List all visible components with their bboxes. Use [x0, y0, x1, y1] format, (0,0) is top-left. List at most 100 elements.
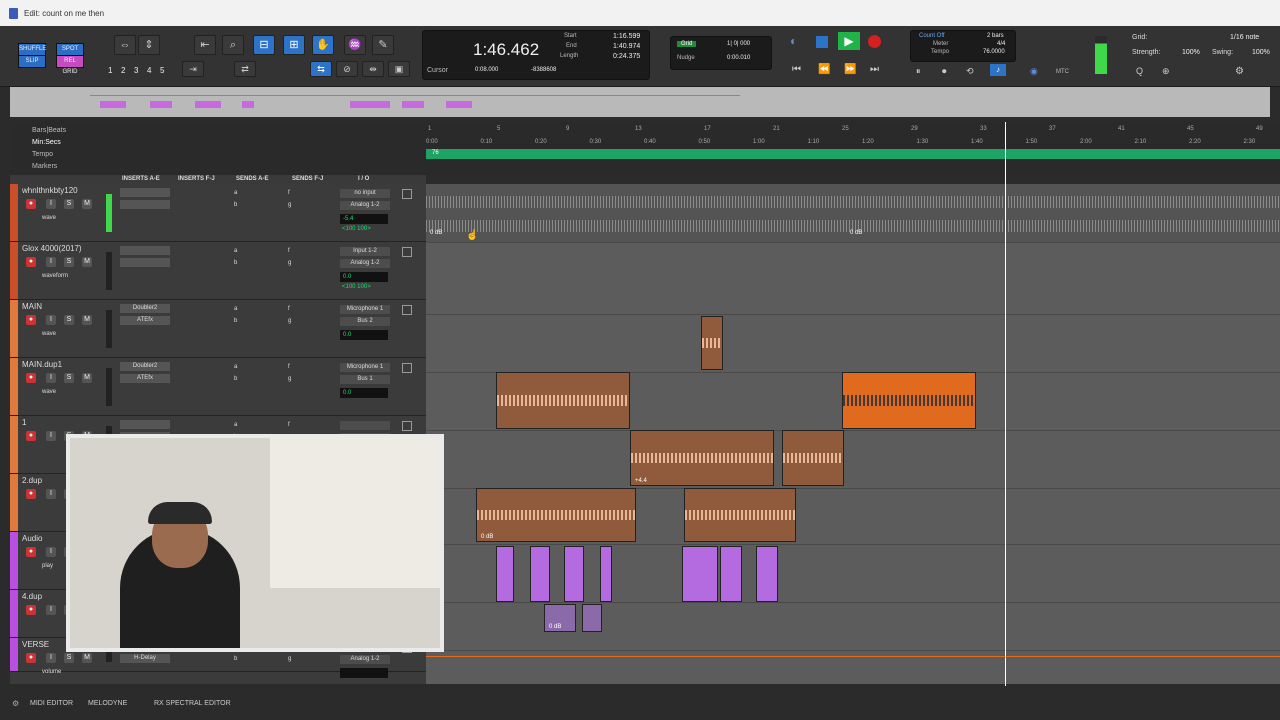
edit-window[interactable]: 0 dB 0 dB ☝ +4.4 0 dB 0 dB	[426, 184, 1280, 684]
zoomer-tool-icon[interactable]: ⌕	[222, 35, 244, 55]
insert-slot-a[interactable]: Doubler2	[120, 304, 170, 313]
track-view-selector[interactable]: wave	[42, 331, 56, 337]
record-button[interactable]	[868, 35, 881, 48]
send-slot-f[interactable]: f	[288, 248, 290, 254]
send-slot-f[interactable]: f	[288, 190, 290, 196]
fast-forward-icon[interactable]: ⏩	[844, 64, 856, 75]
zoom-vertical-icon[interactable]: ⇕	[138, 35, 160, 55]
count-off-label[interactable]: Count Off	[919, 33, 945, 39]
send-slot-a[interactable]: a	[234, 364, 237, 370]
link-track-icon[interactable]: ⇆	[310, 61, 332, 77]
input-selector[interactable]: Microphone 1	[340, 305, 390, 314]
tab-to-transient-icon[interactable]: ⇥	[182, 61, 204, 77]
send-slot-a[interactable]: a	[234, 306, 237, 312]
insert-slot-b[interactable]: ATEfx	[120, 374, 170, 383]
volume-readout[interactable]: 0.0	[340, 388, 388, 398]
track-lane[interactable]	[426, 650, 1280, 684]
audio-clip[interactable]	[496, 372, 630, 429]
solo-button[interactable]: S	[64, 653, 74, 663]
meter-value[interactable]: 4/4	[997, 41, 1005, 47]
pan-readout[interactable]: <100 100>	[342, 284, 371, 290]
insert-slot-a[interactable]	[120, 246, 170, 255]
send-slot-g[interactable]: g	[288, 260, 291, 266]
mute-button[interactable]: M	[82, 373, 92, 383]
tab-midi-editor[interactable]: MIDI EDITOR	[30, 700, 73, 707]
play-button[interactable]: ▶	[838, 32, 860, 50]
send-slot-f[interactable]: f	[288, 422, 290, 428]
zoom-toggle-icon[interactable]: ⇤	[194, 35, 216, 55]
insert-slot-a[interactable]	[120, 420, 170, 429]
insert-slot-a[interactable]	[120, 188, 170, 197]
mute-button[interactable]: M	[82, 199, 92, 209]
tempo-track[interactable]: 76	[426, 149, 1280, 159]
solo-button[interactable]: S	[64, 257, 74, 267]
audio-clip[interactable]	[720, 546, 742, 602]
track-name[interactable]: MAIN.dup1	[22, 360, 62, 369]
track-name[interactable]: whnlthnkbty120	[22, 186, 78, 195]
track-view-selector[interactable]: waveform	[42, 273, 68, 279]
online-icon[interactable]: ◉	[1030, 66, 1038, 77]
output-selector[interactable]: Bus 2	[340, 317, 390, 326]
track-lane[interactable]: 0 dB	[426, 488, 1280, 545]
record-enable-button[interactable]: ●	[26, 373, 36, 383]
zoom-preset-5[interactable]: 5	[160, 66, 164, 75]
pencil-tool-icon[interactable]: ✎	[372, 35, 394, 55]
send-slot-b[interactable]: b	[234, 376, 237, 382]
quickpunch-icon[interactable]: ⏺	[942, 66, 947, 77]
io-view-icon[interactable]	[402, 421, 412, 431]
track-header[interactable]: Glox 4000(2017) ● I S M waveform a b f g…	[10, 242, 426, 300]
slip-mode-button[interactable]: SLIP	[18, 55, 46, 68]
insert-slot-b[interactable]	[120, 200, 170, 209]
rewind-icon[interactable]: ⏪	[818, 64, 830, 75]
volume-readout[interactable]: -5.4	[340, 214, 388, 224]
pan-readout[interactable]: <100 100>	[342, 226, 371, 232]
record-enable-button[interactable]: ●	[26, 605, 36, 615]
pause-icon[interactable]: ⏸	[916, 66, 921, 77]
send-slot-a[interactable]: a	[234, 422, 237, 428]
record-enable-button[interactable]: ●	[26, 257, 36, 267]
send-slot-g[interactable]: g	[288, 656, 291, 662]
volume-readout[interactable]: 0.0	[340, 330, 388, 340]
track-name[interactable]: Glox 4000(2017)	[22, 244, 82, 253]
input-monitor-button[interactable]: I	[46, 547, 56, 557]
insert-slot-b[interactable]: ATEfx	[120, 316, 170, 325]
swing-value[interactable]: 100%	[1252, 49, 1270, 56]
grabber-tool-icon[interactable]: ✋	[312, 35, 334, 55]
volume-automation-line[interactable]	[426, 656, 1280, 657]
stop-button[interactable]	[816, 36, 828, 48]
track-lane[interactable]: +4.4	[426, 430, 1280, 489]
end-value[interactable]: 1:40.974	[613, 43, 640, 50]
send-slot-f[interactable]: f	[288, 306, 290, 312]
solo-button[interactable]: S	[64, 199, 74, 209]
track-lane[interactable]: 0 dB 0 dB ☝	[426, 184, 1280, 243]
main-counter[interactable]: 1:46.462	[473, 40, 539, 60]
link-timeline-icon[interactable]: ⇄	[234, 61, 256, 77]
audio-clip[interactable]	[530, 546, 550, 602]
input-monitor-button[interactable]: I	[46, 653, 56, 663]
tempo-value[interactable]: 76.0000	[983, 49, 1005, 55]
track-view-selector[interactable]: wave	[42, 389, 56, 395]
grid-quantize-value[interactable]: 1/16 note	[1230, 34, 1259, 41]
audio-clip[interactable]	[496, 546, 514, 602]
audio-clip[interactable]: 0 dB	[544, 604, 576, 632]
track-lane[interactable]	[426, 314, 1280, 373]
trim-tool-icon[interactable]: ⊟	[253, 35, 275, 55]
insert-slot-a[interactable]: Doubler2	[120, 362, 170, 371]
zoom-horizontal-icon[interactable]: ⇔	[114, 35, 136, 55]
insertion-follows-icon[interactable]: ⇹	[362, 61, 384, 77]
input-monitor-button[interactable]: I	[46, 257, 56, 267]
audio-clip[interactable]	[564, 546, 584, 602]
send-slot-g[interactable]: g	[288, 202, 291, 208]
track-view-selector[interactable]: play	[42, 563, 53, 569]
output-selector[interactable]: Analog 1-2	[340, 201, 390, 210]
input-selector[interactable]: Input 1-2	[340, 247, 390, 256]
input-selector[interactable]: Microphone 1	[340, 363, 390, 372]
track-name[interactable]: 4.dup	[22, 592, 42, 601]
track-header[interactable]: MAIN ● I S M wave Doubler2 ATEfx a b f g…	[10, 300, 426, 358]
record-enable-button[interactable]: ●	[26, 315, 36, 325]
audio-clip[interactable]	[756, 546, 778, 602]
solo-button[interactable]: S	[64, 315, 74, 325]
length-value[interactable]: 0:24.375	[613, 53, 640, 60]
zoom-fit-icon[interactable]: ⊕	[1162, 66, 1170, 77]
send-slot-a[interactable]: a	[234, 248, 237, 254]
